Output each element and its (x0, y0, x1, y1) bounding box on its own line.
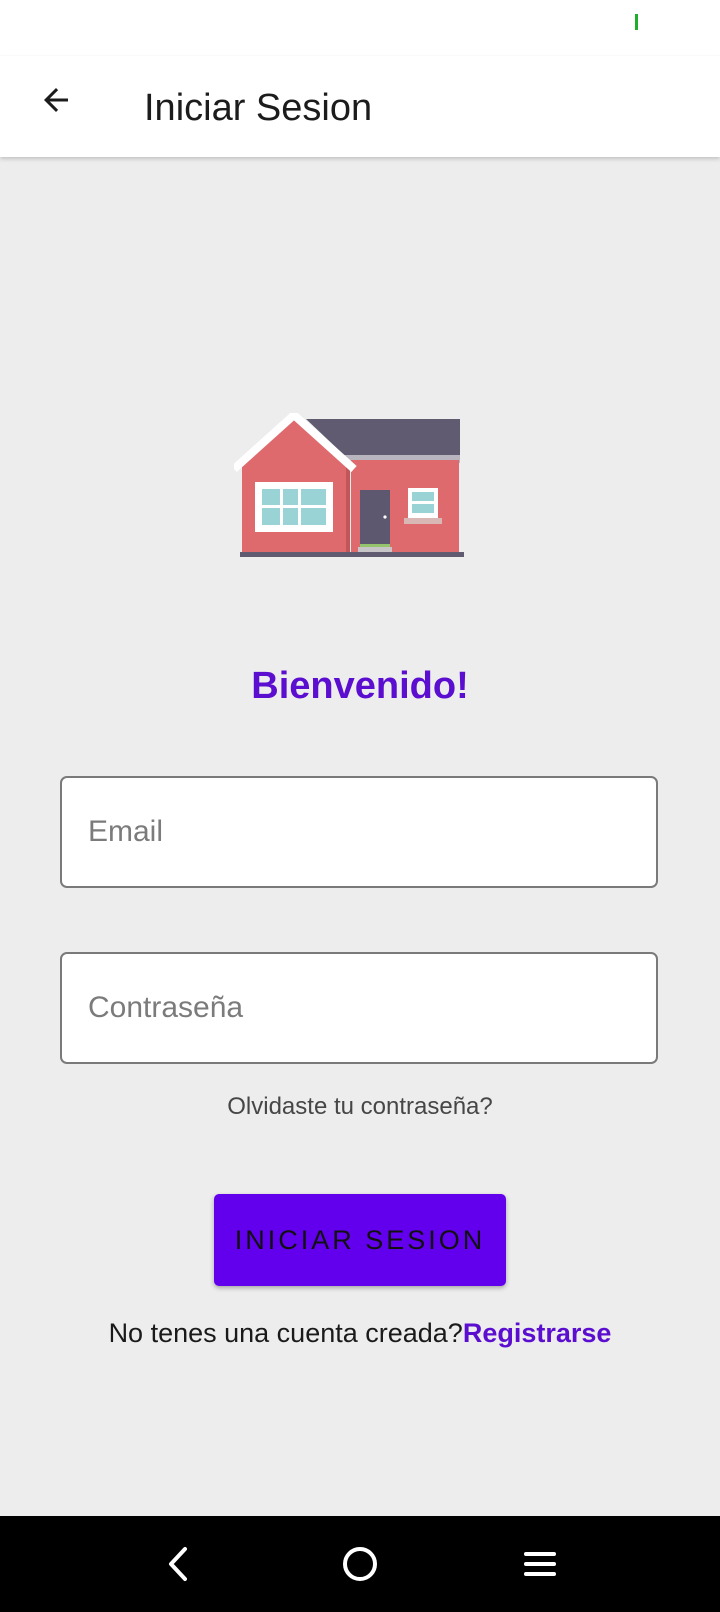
forgot-password-link[interactable]: Olvidaste tu contraseña? (0, 1093, 720, 1121)
status-indicator (635, 14, 638, 30)
signup-prompt: No tenes una cuenta creada? (108, 1318, 463, 1348)
password-field[interactable] (60, 952, 658, 1064)
nav-menu-icon (524, 1552, 556, 1576)
nav-home-button[interactable] (332, 1536, 388, 1592)
status-bar (0, 0, 720, 56)
nav-menu-button[interactable] (512, 1536, 568, 1592)
email-field[interactable] (60, 776, 658, 888)
nav-back-icon (169, 1547, 187, 1581)
back-button[interactable] (28, 72, 84, 128)
app-bar: Iniciar Sesion (0, 56, 720, 157)
arrow-back-icon (44, 88, 68, 112)
page-title: Iniciar Sesion (144, 87, 373, 129)
nav-home-icon (343, 1547, 377, 1581)
signup-row: No tenes una cuenta creada?Registrarse (0, 1318, 720, 1349)
system-nav-bar (0, 1516, 720, 1612)
login-button[interactable]: INICIAR SESION (214, 1194, 506, 1286)
house-icon (234, 413, 464, 557)
welcome-heading: Bienvenido! (251, 665, 469, 707)
nav-back-button[interactable] (152, 1536, 208, 1592)
password-input[interactable] (62, 954, 656, 1062)
email-input[interactable] (62, 778, 656, 886)
register-link[interactable]: Registrarse (463, 1318, 612, 1348)
